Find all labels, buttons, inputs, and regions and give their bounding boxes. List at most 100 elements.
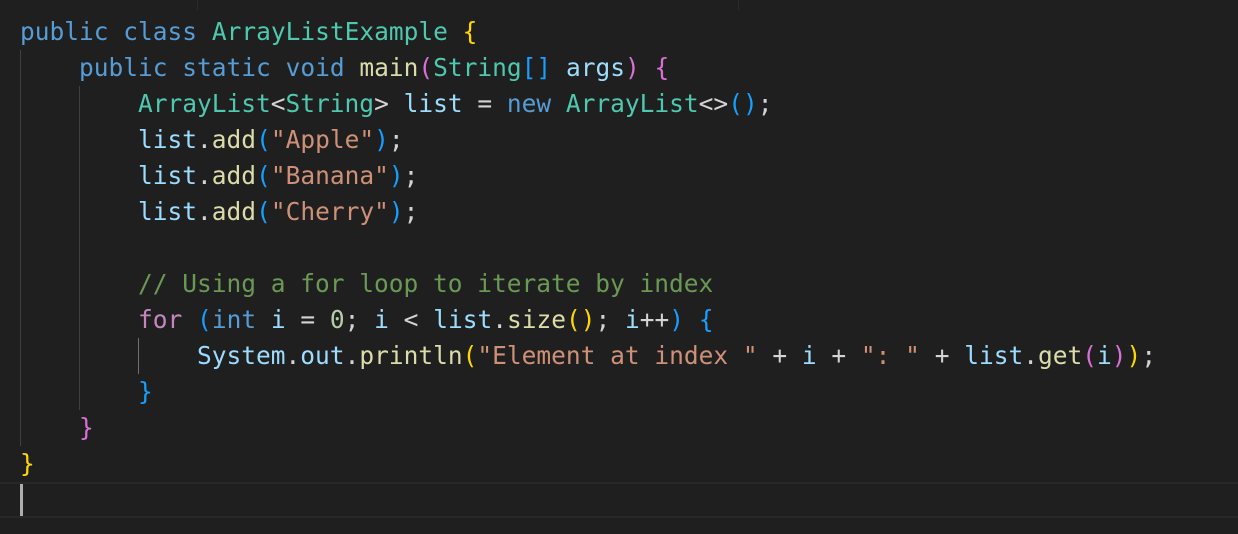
code-line[interactable]: list.add("Cherry"); xyxy=(20,194,418,230)
code-token: > xyxy=(374,89,389,118)
current-line-highlight xyxy=(0,482,1238,518)
code-token: "Apple" xyxy=(270,125,375,154)
code-token: ( xyxy=(418,53,434,82)
code-token: ( xyxy=(462,341,478,370)
code-token: public xyxy=(79,53,168,82)
code-line[interactable]: } xyxy=(20,374,153,410)
code-token: get xyxy=(1037,341,1083,370)
code-token: public xyxy=(20,17,109,46)
code-token: { xyxy=(462,17,478,46)
code-token: ( xyxy=(197,305,212,334)
code-token: new xyxy=(506,89,552,118)
code-token: <> xyxy=(698,89,729,118)
code-editor[interactable]: public class ArrayListExample { public s… xyxy=(0,0,1238,534)
code-line[interactable]: } xyxy=(20,410,94,446)
code-token: i xyxy=(625,305,640,334)
code-token: list xyxy=(138,161,198,190)
code-token: . xyxy=(197,197,212,226)
code-token: = xyxy=(285,305,330,334)
text-cursor xyxy=(20,484,23,516)
code-token: ( xyxy=(256,125,271,154)
code-token: // Using a for loop to iterate by index xyxy=(138,269,714,298)
code-line[interactable]: public class ArrayListExample { xyxy=(20,14,477,50)
code-token: ; xyxy=(403,161,419,190)
code-token: . xyxy=(197,161,212,190)
code-token: ) xyxy=(1111,341,1127,370)
code-token: int xyxy=(211,305,257,334)
code-line[interactable]: // Using a for loop to iterate by index xyxy=(20,266,713,302)
code-token: i xyxy=(801,341,817,370)
code-token: list xyxy=(403,89,463,118)
code-token: add xyxy=(211,161,257,190)
code-token: list xyxy=(433,305,493,334)
code-token: + xyxy=(919,341,965,370)
code-token: . xyxy=(344,341,360,370)
code-token: = xyxy=(462,89,507,118)
code-token: i xyxy=(1097,341,1112,370)
code-line[interactable]: for (int i = 0; i < list.size(); i++) { xyxy=(20,302,714,338)
top-strip-divider xyxy=(738,0,739,10)
code-token: static xyxy=(182,53,271,82)
code-token: } xyxy=(79,413,94,442)
code-token: < xyxy=(270,89,286,118)
code-token: String xyxy=(433,53,522,82)
editor-top-strip xyxy=(0,0,1238,10)
code-token: + xyxy=(757,341,802,370)
code-token: { xyxy=(698,305,714,334)
code-line[interactable]: } xyxy=(20,446,35,482)
code-token: ; xyxy=(403,197,419,226)
top-strip-divider xyxy=(197,0,198,10)
code-token: class xyxy=(123,17,198,46)
code-token: main xyxy=(359,53,419,82)
code-token: for xyxy=(138,305,183,334)
code-token: ) xyxy=(374,125,389,154)
code-token: ) xyxy=(624,53,640,82)
code-token: } xyxy=(20,449,35,478)
code-token: ArrayListExample xyxy=(211,17,448,46)
code-token: ArrayList xyxy=(138,89,271,118)
code-line[interactable]: list.add("Banana"); xyxy=(20,158,418,194)
code-line[interactable]: System.out.println("Element at index " +… xyxy=(20,338,1156,374)
code-token: ( xyxy=(256,197,271,226)
code-token: () xyxy=(565,305,596,334)
code-token: list xyxy=(138,125,198,154)
code-token: "Cherry" xyxy=(270,197,389,226)
code-line[interactable]: ArrayList<String> list = new ArrayList<>… xyxy=(20,86,772,122)
code-token: ++ xyxy=(639,305,670,334)
code-token: [] xyxy=(521,53,552,82)
code-token: + xyxy=(816,341,861,370)
code-token: void xyxy=(285,53,345,82)
code-token: ( xyxy=(256,161,271,190)
code-token: i xyxy=(270,305,286,334)
code-token: size xyxy=(506,305,566,334)
code-token: list xyxy=(964,341,1024,370)
code-token: ) xyxy=(669,305,685,334)
code-token: . xyxy=(197,125,212,154)
code-token: ; xyxy=(757,89,773,118)
code-line[interactable]: public static void main(String[] args) { xyxy=(20,50,669,86)
code-line[interactable]: list.add("Apple"); xyxy=(20,122,404,158)
code-token: ) xyxy=(388,197,404,226)
code-token: out xyxy=(300,341,345,370)
code-token: . xyxy=(492,305,507,334)
code-token: . xyxy=(1023,341,1038,370)
code-token: 0 xyxy=(329,305,345,334)
code-area[interactable]: public class ArrayListExample { public s… xyxy=(0,14,1238,534)
